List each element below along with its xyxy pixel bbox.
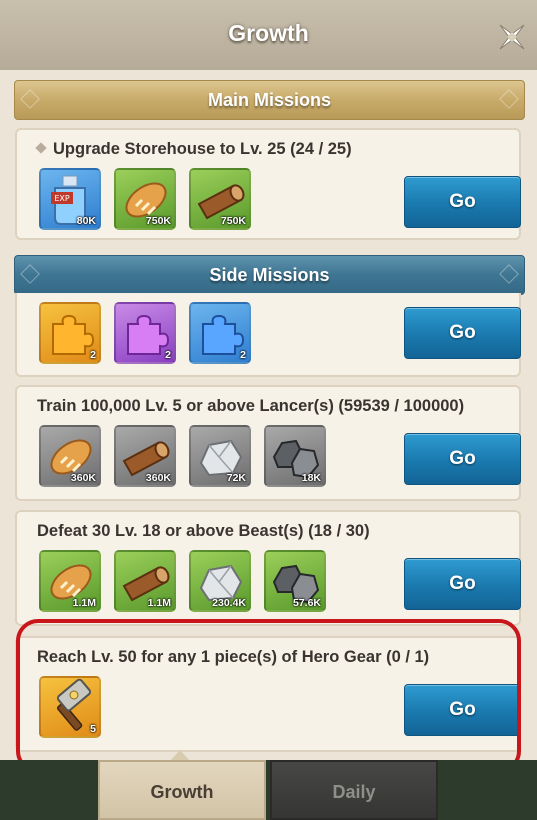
mission-card-storehouse: Upgrade Storehouse to Lv. 25 (24 / 25) E…: [15, 128, 521, 240]
mission-title: Upgrade Storehouse to Lv. 25 (24 / 25): [35, 140, 352, 159]
go-button[interactable]: Go: [404, 558, 521, 610]
reward-quantity: 750K: [145, 215, 171, 227]
reward-quantity: 750K: [220, 215, 246, 227]
mission-card-puzzles: 2 2 2 Go: [15, 293, 521, 377]
reward-quantity: 18K: [301, 472, 321, 484]
mission-card-train-lancers: Train 100,000 Lv. 5 or above Lancer(s) (…: [15, 385, 521, 501]
tab-daily[interactable]: Daily: [270, 760, 438, 820]
reward-quantity: 1.1M: [147, 597, 171, 609]
reward-blue-puzzle[interactable]: 2: [189, 302, 251, 364]
bullet-icon: [35, 142, 47, 154]
reward-quantity: 360K: [145, 472, 171, 484]
svg-text:EXP: EXP: [54, 194, 70, 203]
reward-quantity: 57.6K: [292, 597, 321, 609]
active-tab-pointer: [171, 750, 189, 760]
reward-quantity: 80K: [76, 215, 96, 227]
reward-exp-potion[interactable]: EXP 80K: [39, 168, 101, 230]
reward-quantity: 1.1M: [72, 597, 96, 609]
reward-quantity: 2: [90, 349, 96, 361]
go-button[interactable]: Go: [404, 433, 521, 485]
reward-stone[interactable]: 230.4K: [189, 550, 251, 612]
mission-title: Defeat 30 Lv. 18 or above Beast(s) (18 /…: [37, 522, 370, 540]
reward-bread[interactable]: 750K: [114, 168, 176, 230]
go-button[interactable]: Go: [404, 307, 521, 359]
go-button[interactable]: Go: [404, 176, 521, 228]
reward-wood[interactable]: 1.1M: [114, 550, 176, 612]
growth-panel: Growth Main Missions Upgrade Storehouse …: [0, 0, 537, 820]
page-title: Growth: [228, 20, 309, 46]
close-button[interactable]: [494, 19, 530, 55]
reward-wood[interactable]: 750K: [189, 168, 251, 230]
close-x-icon: [499, 24, 525, 50]
reward-orange-puzzle[interactable]: 2: [39, 302, 101, 364]
reward-quantity: 360K: [70, 472, 96, 484]
title-bar: Growth: [0, 0, 537, 72]
mission-card-defeat-beasts: Defeat 30 Lv. 18 or above Beast(s) (18 /…: [15, 510, 521, 626]
reward-quantity: 2: [240, 349, 246, 361]
highlight-annotation: [16, 619, 521, 773]
main-missions-label: Main Missions: [207, 90, 332, 110]
reward-quantity: 230.4K: [212, 597, 246, 609]
reward-stone[interactable]: 72K: [189, 425, 251, 487]
reward-bread[interactable]: 360K: [39, 425, 101, 487]
reward-quantity: 2: [165, 349, 171, 361]
tab-growth[interactable]: Growth: [98, 760, 266, 820]
reward-quantity: 72K: [226, 472, 246, 484]
reward-iron-ore[interactable]: 18K: [264, 425, 326, 487]
bottom-tabs: Growth Daily: [0, 760, 537, 820]
side-missions-header: Side Missions: [14, 255, 525, 295]
reward-bread[interactable]: 1.1M: [39, 550, 101, 612]
main-missions-header: Main Missions: [14, 80, 525, 120]
mission-title: Train 100,000 Lv. 5 or above Lancer(s) (…: [37, 397, 465, 415]
reward-wood[interactable]: 360K: [114, 425, 176, 487]
side-missions-label: Side Missions: [209, 265, 330, 285]
reward-purple-puzzle[interactable]: 2: [114, 302, 176, 364]
reward-iron-ore[interactable]: 57.6K: [264, 550, 326, 612]
